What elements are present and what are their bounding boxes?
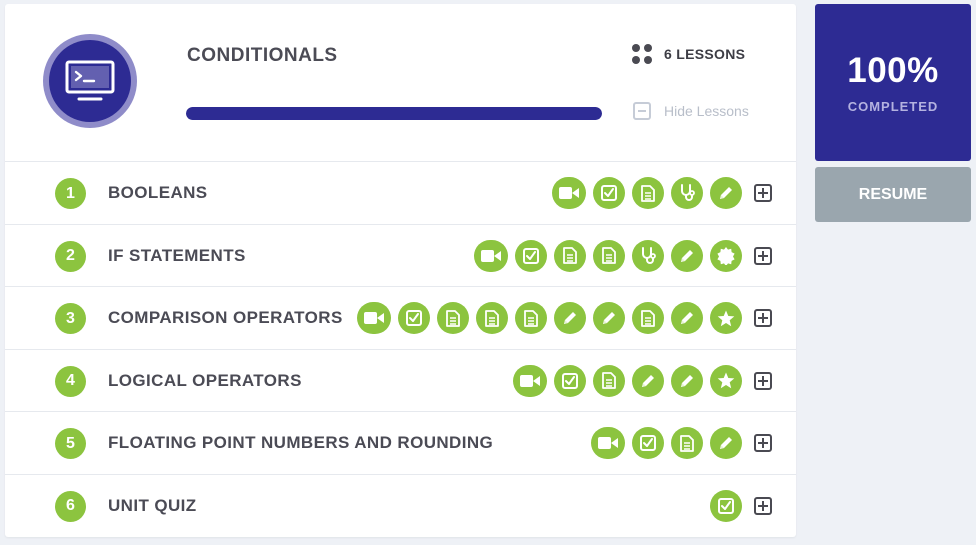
document-icon[interactable] bbox=[632, 302, 664, 334]
expand-icon[interactable] bbox=[754, 246, 772, 265]
video-icon[interactable] bbox=[357, 302, 391, 334]
video-icon[interactable] bbox=[552, 177, 586, 209]
hide-lessons-label: Hide Lessons bbox=[664, 103, 749, 119]
pencil-icon[interactable] bbox=[554, 302, 586, 334]
pencil-icon[interactable] bbox=[593, 302, 625, 334]
lesson-list: 1 BOOLEANS 2 IF STATEMENTS 3 COMPARISON OPERA… bbox=[5, 162, 796, 537]
document-icon[interactable] bbox=[593, 239, 625, 272]
lesson-row: 5 FLOATING POINT NUMBERS AND ROUNDING bbox=[5, 412, 796, 475]
expand-icon[interactable] bbox=[754, 371, 772, 390]
unit-progress-fill bbox=[186, 107, 602, 120]
completion-label: COMPLETED bbox=[847, 99, 939, 114]
lesson-title[interactable]: IF STATEMENTS bbox=[108, 246, 246, 266]
lesson-activities bbox=[552, 177, 772, 209]
lesson-title[interactable]: UNIT QUIZ bbox=[108, 496, 197, 516]
document-icon[interactable] bbox=[437, 302, 469, 334]
terminal-monitor-icon bbox=[65, 60, 115, 101]
lesson-number: 1 bbox=[55, 178, 86, 209]
checkbox-icon[interactable] bbox=[554, 364, 586, 397]
lesson-number: 2 bbox=[55, 240, 86, 272]
stethoscope-icon[interactable] bbox=[632, 239, 664, 272]
pencil-icon[interactable] bbox=[671, 364, 703, 397]
expand-icon[interactable] bbox=[754, 496, 772, 515]
lesson-title[interactable]: FLOATING POINT NUMBERS AND ROUNDING bbox=[108, 433, 493, 453]
dots-grid-icon bbox=[632, 44, 652, 64]
pencil-icon[interactable] bbox=[710, 177, 742, 209]
lesson-row: 2 IF STATEMENTS bbox=[5, 225, 796, 287]
lesson-activities bbox=[710, 489, 772, 522]
lesson-title[interactable]: LOGICAL OPERATORS bbox=[108, 371, 302, 391]
checkbox-icon[interactable] bbox=[710, 489, 742, 522]
lesson-number: 5 bbox=[55, 428, 86, 459]
badge-icon[interactable] bbox=[710, 239, 742, 272]
checkbox-icon[interactable] bbox=[515, 239, 547, 272]
unit-card: CONDITIONALS 6 LESSONS Hide Lessons 1 BOO… bbox=[5, 4, 796, 537]
pencil-icon[interactable] bbox=[710, 427, 742, 459]
lesson-number: 6 bbox=[55, 490, 86, 522]
video-icon[interactable] bbox=[474, 239, 508, 272]
expand-icon[interactable] bbox=[754, 434, 772, 452]
document-icon[interactable] bbox=[671, 427, 703, 459]
unit-progress-bar bbox=[186, 107, 602, 120]
pencil-icon[interactable] bbox=[671, 302, 703, 334]
unit-title: CONDITIONALS bbox=[187, 45, 338, 66]
checkbox-icon[interactable] bbox=[398, 302, 430, 334]
lesson-row: 3 COMPARISON OPERATORS bbox=[5, 287, 796, 350]
lesson-title[interactable]: BOOLEANS bbox=[108, 183, 208, 203]
star-icon[interactable] bbox=[710, 302, 742, 334]
document-icon[interactable] bbox=[554, 239, 586, 272]
completion-panel: 100% COMPLETED bbox=[815, 4, 971, 161]
document-icon[interactable] bbox=[515, 302, 547, 334]
lesson-count-label: 6 LESSONS bbox=[664, 46, 746, 62]
star-icon[interactable] bbox=[710, 364, 742, 397]
document-icon[interactable] bbox=[593, 364, 625, 397]
stethoscope-icon[interactable] bbox=[671, 177, 703, 209]
lesson-row: 4 LOGICAL OPERATORS bbox=[5, 350, 796, 412]
hide-lessons-toggle[interactable]: Hide Lessons bbox=[633, 102, 749, 120]
lesson-count: 6 LESSONS bbox=[632, 44, 745, 64]
lesson-activities bbox=[591, 427, 772, 459]
lesson-number: 3 bbox=[55, 303, 86, 334]
lesson-row: 6 UNIT QUIZ bbox=[5, 475, 796, 538]
lesson-activities bbox=[513, 364, 772, 397]
lesson-activities bbox=[357, 302, 772, 334]
lesson-activities bbox=[474, 239, 772, 272]
pencil-icon[interactable] bbox=[632, 364, 664, 397]
document-icon[interactable] bbox=[632, 177, 664, 209]
checkbox-icon[interactable] bbox=[632, 427, 664, 459]
collapse-icon bbox=[633, 102, 651, 120]
unit-header: CONDITIONALS 6 LESSONS Hide Lessons bbox=[5, 4, 796, 162]
pencil-icon[interactable] bbox=[671, 239, 703, 272]
checkbox-icon[interactable] bbox=[593, 177, 625, 209]
lesson-title[interactable]: COMPARISON OPERATORS bbox=[108, 308, 343, 328]
video-icon[interactable] bbox=[591, 427, 625, 459]
unit-badge bbox=[43, 34, 137, 128]
lesson-row: 1 BOOLEANS bbox=[5, 162, 796, 225]
lesson-number: 4 bbox=[55, 365, 86, 397]
resume-button[interactable]: RESUME bbox=[815, 167, 971, 222]
document-icon[interactable] bbox=[476, 302, 508, 334]
video-icon[interactable] bbox=[513, 364, 547, 397]
expand-icon[interactable] bbox=[754, 184, 772, 202]
expand-icon[interactable] bbox=[754, 309, 772, 327]
completion-percent: 100% bbox=[847, 51, 939, 90]
